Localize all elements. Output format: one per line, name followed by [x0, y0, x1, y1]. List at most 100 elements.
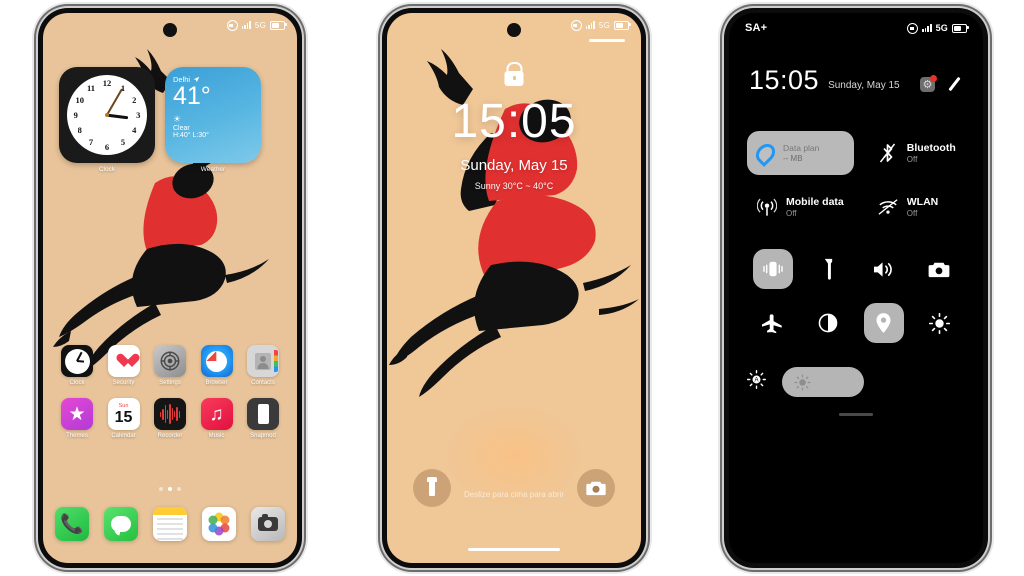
app-label: Calendar — [111, 433, 136, 439]
clock-center-pin — [105, 113, 109, 117]
app-security[interactable]: Security — [104, 345, 144, 386]
lock-time: 15:05 — [451, 95, 577, 148]
clock-num-2: 2 — [132, 94, 137, 105]
app-music[interactable]: ♫ Music — [197, 398, 237, 439]
page-dot-active[interactable] — [168, 487, 172, 491]
app-label: Settings — [159, 380, 181, 386]
app-browser[interactable]: Browser — [197, 345, 237, 386]
clock-num-10: 10 — [75, 94, 85, 105]
clock-minute-hand — [105, 88, 124, 116]
tile-subtitle: Off — [786, 209, 797, 218]
app-settings[interactable]: Settings — [150, 345, 190, 386]
signal-icon — [922, 24, 932, 32]
app-grid: Clock Security Settings Browser Contacts… — [57, 345, 283, 451]
weather-widget-wrap[interactable]: Delhi 41° ☀ Clear H:40° L:30° Weather — [165, 67, 261, 173]
tile-data-plan[interactable]: Data plan -- MB — [747, 131, 854, 175]
cc-time: 15:05 — [749, 65, 820, 95]
app-contacts[interactable]: Contacts — [243, 345, 283, 386]
panel-drag-handle[interactable] — [839, 413, 873, 416]
notes-icon[interactable] — [153, 507, 187, 541]
weather-widget-label: Weather — [200, 166, 226, 173]
camera-shortcut-button[interactable] — [577, 469, 615, 507]
tile-title: Mobile data — [786, 196, 844, 208]
brightness-slider[interactable] — [782, 367, 864, 397]
camera-icon — [586, 481, 606, 496]
tile-subtitle: Off — [906, 155, 918, 164]
battery-icon — [952, 23, 969, 33]
signal-icon — [585, 21, 595, 29]
star-icon: ★ — [61, 398, 93, 430]
clock-num-7: 7 — [88, 137, 94, 148]
tile-wlan[interactable]: WLAN Off — [868, 185, 966, 229]
phone-handset-icon[interactable]: 📞 — [55, 507, 89, 541]
app-label: Themes — [66, 433, 88, 439]
gear-icon — [154, 345, 186, 377]
compass-icon — [200, 345, 233, 377]
clock-hour-hand — [106, 113, 129, 119]
tile-subtitle: Off — [906, 209, 918, 218]
clock-num-5: 5 — [120, 137, 126, 148]
flashlight-icon[interactable] — [808, 249, 848, 289]
clock-num-3: 3 — [136, 110, 141, 120]
phone-control-center: SA+ 5G 15:05 Sunday, May 15 ⚙ Data plan … — [724, 8, 988, 568]
page-indicator-dots[interactable] — [43, 487, 297, 491]
dock: 📞 — [55, 507, 285, 541]
location-icon[interactable] — [863, 303, 904, 343]
app-calendar[interactable]: Sun 15 Calendar — [104, 398, 144, 439]
airplane-mode-icon[interactable] — [753, 303, 793, 343]
tile-title: Data plan — [783, 143, 820, 153]
flashlight-shortcut-button[interactable] — [413, 469, 451, 507]
page-dot[interactable] — [159, 487, 163, 491]
control-center-panel: SA+ 5G 15:05 Sunday, May 15 ⚙ Data plan … — [729, 13, 983, 563]
cc-date: Sunday, May 15 — [828, 80, 900, 91]
clock-widget-wrap[interactable]: 12 1 2 3 4 5 6 7 8 9 10 11 Clock — [59, 67, 155, 173]
mute-icon — [907, 22, 919, 34]
widget-row: 12 1 2 3 4 5 6 7 8 9 10 11 Clock Delhi 4… — [59, 67, 281, 173]
calendar-day-number: 15 — [114, 408, 133, 426]
clock-widget[interactable]: 12 1 2 3 4 5 6 7 8 9 10 11 — [59, 67, 155, 163]
home-indicator-bar[interactable] — [468, 547, 560, 551]
clock-face: 12 1 2 3 4 5 6 7 8 9 10 11 — [67, 75, 147, 155]
app-clock[interactable]: Clock — [57, 345, 97, 386]
vibrate-icon[interactable] — [752, 249, 793, 289]
brightness-sun-icon — [794, 373, 811, 391]
speech-bubble-icon[interactable] — [104, 507, 138, 541]
lock-date: Sunday, May 15 — [460, 157, 568, 174]
camera-icon[interactable] — [251, 507, 285, 541]
tile-bluetooth[interactable]: Bluetooth Off — [868, 131, 966, 175]
tile-mobile-data[interactable]: Mobile data Off — [747, 185, 854, 229]
clock-widget-label: Clock — [98, 166, 116, 173]
app-row-1: Clock Security Settings Browser Contacts — [57, 345, 283, 386]
lock-screen: 5G 15:05 Sunday, May 15 Sunny 30°C ~ 40°… — [387, 13, 641, 563]
cc-status-bar: SA+ 5G — [729, 13, 983, 43]
tile-title: Bluetooth — [906, 142, 956, 154]
phone-home-screen: 5G 12 1 2 3 4 5 6 7 8 9 10 11 Clock Delh… — [38, 8, 302, 568]
camera-icon[interactable] — [919, 249, 959, 289]
sound-icon[interactable] — [864, 249, 904, 289]
mute-icon — [570, 19, 582, 31]
app-themes[interactable]: ★ Themes — [57, 398, 97, 439]
wlan-off-icon — [878, 198, 898, 216]
page-dot[interactable] — [177, 487, 181, 491]
clock-num-8: 8 — [77, 125, 82, 136]
weather-widget[interactable]: Delhi 41° ☀ Clear H:40° L:30° — [165, 67, 261, 163]
dark-mode-icon[interactable] — [808, 303, 848, 343]
brightness-icon[interactable] — [919, 303, 959, 343]
contacts-icon — [247, 345, 279, 377]
calendar-icon: Sun 15 — [107, 398, 140, 430]
app-recorder[interactable]: Recorder — [150, 398, 190, 439]
clock-num-6: 6 — [104, 142, 110, 152]
edit-pencil-icon[interactable] — [947, 76, 963, 92]
auto-brightness-icon[interactable]: A — [747, 370, 766, 394]
app-snapmod[interactable]: Snapmod — [243, 398, 283, 439]
settings-gear-icon[interactable]: ⚙ — [920, 74, 937, 92]
quick-toggle-grid — [745, 249, 967, 343]
clock-num-9: 9 — [73, 110, 78, 120]
signal-icon — [241, 21, 251, 29]
lock-icon — [504, 62, 524, 86]
app-label: Music — [208, 433, 225, 439]
app-row-2: ★ Themes Sun 15 Calendar Recorder ♫ Musi… — [57, 398, 283, 439]
control-center-tiles: Data plan -- MB Bluetooth Off Mobile dat… — [747, 131, 965, 229]
phone-lock-screen: 5G 15:05 Sunday, May 15 Sunny 30°C ~ 40°… — [382, 8, 646, 568]
photos-flower-icon[interactable] — [202, 507, 236, 541]
